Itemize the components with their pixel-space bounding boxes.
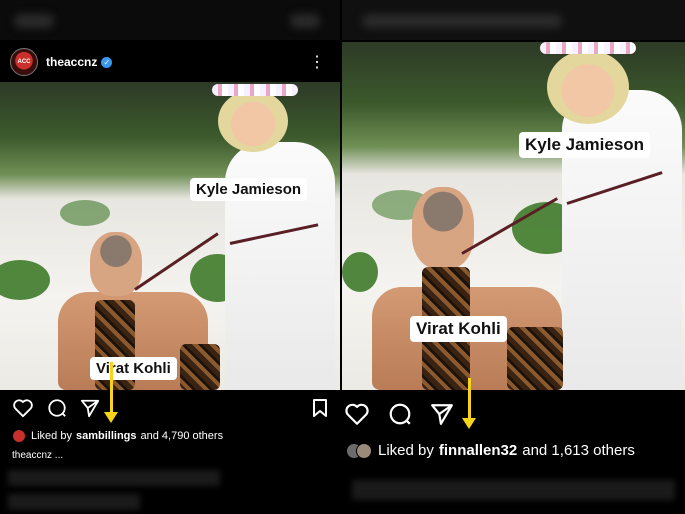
overlay-label-top: Kyle Jamieson: [519, 132, 651, 158]
post-action-bar: [342, 400, 685, 428]
post-photo[interactable]: Kyle Jamieson Virat Kohli: [342, 42, 685, 390]
blurred-top-bar: [0, 0, 340, 40]
overlay-label-top: Kyle Jamieson: [190, 178, 308, 201]
verified-badge-icon: ✓: [101, 56, 113, 68]
highlight-arrow-shaft: [468, 378, 471, 420]
liker-username[interactable]: sambillings: [76, 430, 137, 442]
liker-avatar: [356, 442, 372, 459]
bookmark-icon[interactable]: [312, 398, 328, 418]
right-post-screenshot: Kyle Jamieson Virat Kohli Liked by finna…: [342, 0, 685, 514]
comment-icon[interactable]: [388, 402, 412, 426]
liker-username[interactable]: finnallen32: [439, 442, 517, 459]
liked-by-line: Liked by sambillings and 4,790 others: [12, 429, 223, 443]
blurred-bottom-line: [352, 480, 675, 500]
left-post-screenshot: ACC theaccnz ✓ ⋮ Kyle Jamieson Virat Koh…: [0, 0, 340, 514]
account-username[interactable]: theaccnz: [46, 55, 97, 69]
blurred-bottom-line: [8, 494, 140, 510]
account-avatar[interactable]: ACC: [10, 48, 38, 76]
blurred-caption-line: [8, 470, 220, 486]
heart-icon[interactable]: [344, 402, 370, 426]
highlight-arrow-head: [104, 412, 118, 423]
liker-avatar: [12, 429, 26, 443]
post-caption[interactable]: theaccnz ...: [12, 450, 63, 461]
liked-by-line: Liked by finnallen32 and 1,613 others: [346, 442, 635, 459]
overlay-label-bottom: Virat Kohli: [410, 316, 507, 342]
overlay-label-bottom: Virat Kohli: [90, 357, 177, 380]
highlight-arrow-head: [462, 418, 476, 429]
share-icon[interactable]: [430, 402, 454, 426]
heart-icon[interactable]: [12, 398, 34, 418]
comment-icon[interactable]: [47, 398, 67, 418]
highlight-arrow-shaft: [110, 362, 113, 414]
more-options-icon[interactable]: ⋮: [309, 52, 326, 72]
blurred-top-bar: [342, 0, 685, 40]
post-action-bar: [0, 396, 340, 420]
share-icon[interactable]: [80, 398, 100, 418]
post-header: ACC theaccnz ✓ ⋮: [0, 42, 340, 82]
post-photo[interactable]: Kyle Jamieson Virat Kohli: [0, 82, 340, 390]
